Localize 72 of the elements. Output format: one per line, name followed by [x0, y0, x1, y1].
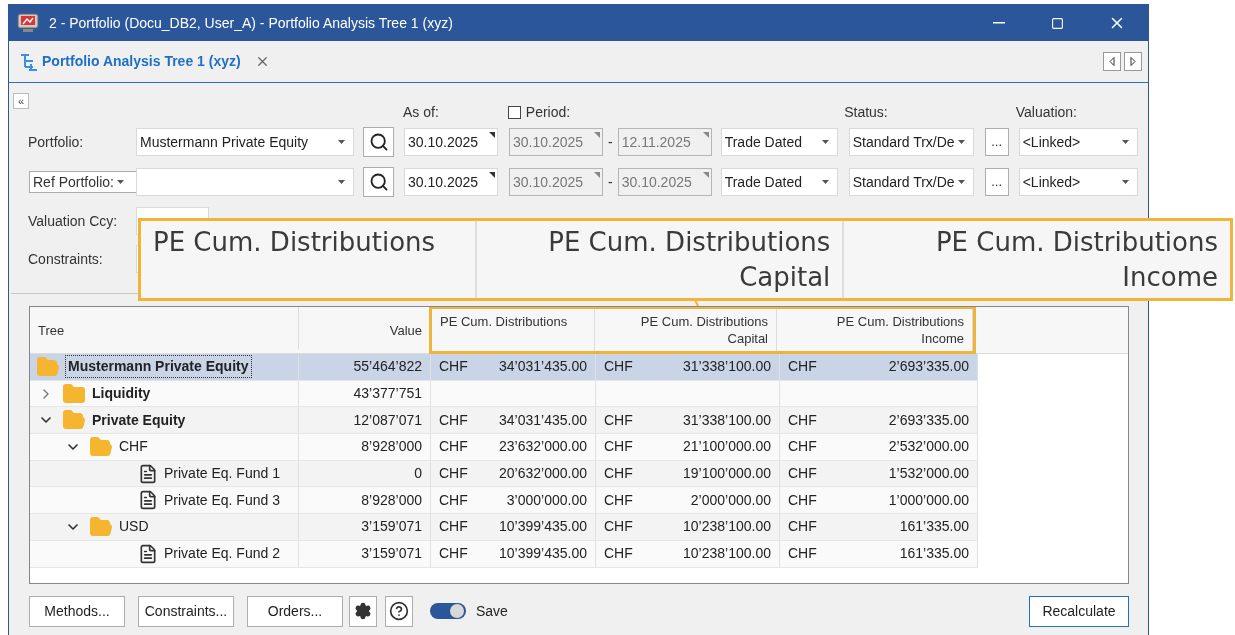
currency-cell-text: CHF [604, 490, 633, 510]
value-cell: 3’159’071 [299, 514, 431, 540]
currency-cell-text: CHF [439, 464, 468, 484]
amount-cell-text: 161’335.00 [899, 517, 969, 537]
field-label: Valuation Ccy: [27, 211, 119, 231]
amount-cell-text: 20’632’000.00 [499, 464, 587, 484]
currency-cell-text: CHF [604, 357, 633, 377]
value-cell: 12’087’071 [299, 407, 431, 434]
currency-cell-text: CHF [788, 464, 817, 484]
amount-cell-text: 10’238’100.00 [683, 544, 771, 564]
node-label: Mustermann Private Equity [66, 356, 251, 378]
callout-heading: PE Cum. Distributions Income [934, 226, 1219, 294]
period-label: Period: [525, 103, 571, 122]
value-cell: 0 [299, 460, 431, 487]
window-title: 2 - Portfolio (Docu_DB2, User_A) - Portfolio Analysis Tree 1 (xyz) [49, 13, 453, 33]
value-cell: 3’159’071 [299, 540, 431, 567]
node-label: Private Eq. Fund 1 [164, 464, 280, 484]
node-label: CHF [119, 437, 148, 457]
node-label: Private Equity [92, 410, 186, 430]
amount-cell-text: 2’693’335.00 [888, 410, 969, 430]
amount-cell-text: 34’031’435.00 [499, 357, 587, 377]
value-cell: 43’377’751 [299, 380, 431, 407]
status-label: Status: [844, 103, 888, 122]
currency-cell-text: CHF [439, 544, 468, 564]
currency-cell-text: CHF [604, 464, 633, 484]
amount-cell-text: 21’100’000.00 [683, 437, 771, 457]
amount-cell-text: 2’532’000.00 [888, 437, 969, 457]
value-cell: 55’464’822 [299, 354, 431, 380]
currency-cell-text: CHF [788, 490, 817, 510]
node-label: Liquidity [92, 384, 151, 404]
currency-cell-text: CHF [788, 410, 817, 430]
currency-cell-text: CHF [788, 517, 817, 537]
amount-cell-text: 31’338’100.00 [683, 410, 771, 430]
callout-heading: PE Cum. Distributions Capital [476, 221, 845, 298]
node-label: USD [119, 517, 149, 537]
amount-cell-text: 10’238’100.00 [683, 517, 771, 537]
amount-cell-text: 2’000’000.00 [690, 490, 771, 510]
range-dash: - [608, 172, 613, 192]
node-label: Private Eq. Fund 2 [164, 544, 280, 564]
currency-cell-text: CHF [604, 517, 633, 537]
currency-cell-text: CHF [788, 544, 817, 564]
currency-cell-text: CHF [788, 437, 817, 457]
currency-cell-text: CHF [604, 437, 633, 457]
currency-cell-text: CHF [604, 410, 633, 430]
amount-cell-text: 31’338’100.00 [683, 357, 771, 377]
amount-cell-text: 10’399’435.00 [499, 517, 587, 537]
amount-cell-text: 1’000’000.00 [888, 490, 969, 510]
currency-cell-text: CHF [439, 517, 468, 537]
valuation-label: Valuation: [1015, 103, 1077, 122]
value-cell: 8’928’000 [299, 434, 431, 460]
amount-cell-text: 161’335.00 [899, 544, 969, 564]
amount-cell-text: 19’100’000.00 [683, 464, 771, 484]
as-of-label: As of: [403, 103, 439, 122]
currency-cell-text: CHF [439, 357, 468, 377]
currency-cell-text: CHF [788, 357, 817, 377]
currency-cell-text: CHF [439, 410, 468, 430]
currency-cell-text: CHF [439, 490, 468, 510]
range-dash: - [608, 132, 613, 152]
amount-cell-text: 34’031’435.00 [499, 410, 587, 430]
node-label: Private Eq. Fund 3 [164, 490, 280, 510]
amount-cell-text: 2’693’335.00 [888, 357, 969, 377]
field-label: Portfolio: [28, 134, 84, 150]
amount-cell-text: 1’532’000.00 [888, 464, 969, 484]
callout-heading: PE Cum. Distributions [141, 221, 477, 298]
field-label: Constraints: [27, 249, 104, 269]
currency-cell-text: CHF [439, 437, 468, 457]
currency-cell-text: CHF [604, 544, 633, 564]
amount-cell-text: 3’000’000.00 [506, 490, 587, 510]
value-cell: 8’928’000 [299, 487, 431, 514]
amount-cell-text: 23’632’000.00 [499, 437, 587, 457]
save-label: Save [476, 601, 508, 621]
amount-cell-text: 10’399’435.00 [499, 544, 587, 564]
